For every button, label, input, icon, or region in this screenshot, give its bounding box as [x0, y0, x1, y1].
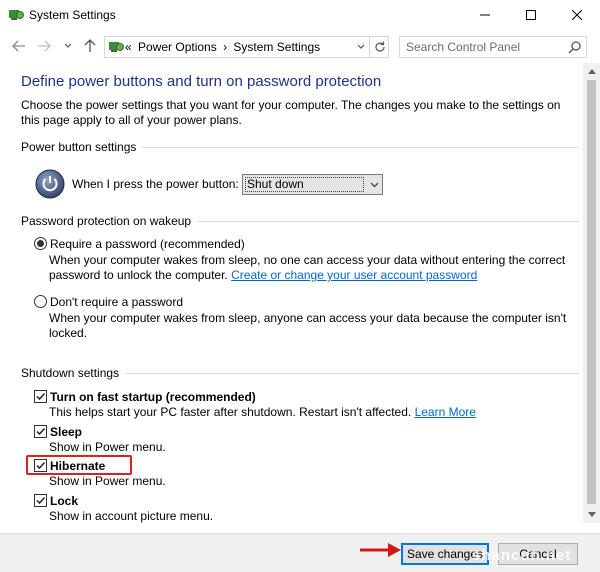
description-line: password to unlock the computer. Create … [49, 268, 565, 283]
back-button[interactable] [11, 38, 27, 54]
arrow-right-icon [38, 40, 51, 52]
require-password-label[interactable]: Require a password (recommended) [50, 237, 245, 251]
dont-require-password-label[interactable]: Don't require a password [50, 295, 183, 309]
breadcrumb-overflow[interactable]: « [125, 40, 132, 54]
minimize-button[interactable] [462, 0, 508, 30]
main-content: Define power buttons and turn on passwor… [0, 63, 600, 533]
vertical-scrollbar[interactable] [583, 63, 600, 523]
hibernate-description: Show in Power menu. [49, 474, 166, 488]
lock-description: Show in account picture menu. [49, 509, 214, 523]
description-line: When your computer wakes from sleep, no … [49, 253, 566, 267]
checkmark-icon [36, 392, 46, 401]
fast-startup-label[interactable]: Turn on fast startup (recommended) [50, 390, 256, 404]
breadcrumb-system-settings[interactable]: System Settings [233, 40, 320, 54]
sleep-checkbox[interactable] [34, 425, 47, 438]
refresh-button[interactable] [369, 37, 389, 57]
page-title: Define power buttons and turn on passwor… [21, 73, 382, 90]
recent-locations-button[interactable] [60, 38, 76, 54]
maximize-icon [526, 10, 536, 20]
hibernate-highlight-annotation [26, 455, 132, 475]
breadcrumb-separator[interactable]: › [223, 40, 227, 54]
address-dropdown-button[interactable] [351, 37, 369, 57]
close-button[interactable] [554, 0, 600, 30]
checkmark-icon [36, 496, 46, 505]
dont-require-password-description: When your computer wakes from sleep, any… [49, 311, 566, 341]
chevron-down-icon [64, 43, 72, 48]
fast-startup-checkbox[interactable] [34, 390, 47, 403]
breadcrumb: « Power Options › System Settings [125, 40, 323, 54]
watermark-text: shancun.net [472, 547, 572, 564]
address-bar[interactable]: « Power Options › System Settings [104, 36, 389, 58]
section-title: Shutdown settings [21, 366, 120, 380]
minimize-icon [480, 14, 490, 16]
divider [197, 220, 579, 222]
description-line: locked. [49, 326, 88, 340]
search-input[interactable] [406, 39, 564, 55]
dropdown-arrow[interactable] [367, 175, 382, 194]
sleep-description: Show in Power menu. [49, 440, 166, 454]
learn-more-link[interactable]: Learn More [415, 405, 476, 419]
power-icon [35, 169, 65, 199]
description-line: When your computer wakes from sleep, any… [49, 311, 567, 325]
lock-checkbox[interactable] [34, 494, 47, 507]
chevron-down-icon [370, 182, 379, 187]
chevron-down-icon [357, 44, 364, 49]
radio-selected-dot [37, 240, 44, 247]
arrow-up-icon [84, 39, 96, 52]
section-title: Password protection on wakeup [21, 214, 192, 228]
control-panel-icon [109, 42, 124, 52]
power-button-label: When I press the power button: [72, 177, 239, 191]
description-text: password to unlock the computer. [49, 268, 228, 282]
sleep-label[interactable]: Sleep [50, 425, 82, 439]
require-password-radio[interactable] [34, 237, 47, 250]
section-title: Power button settings [21, 140, 137, 154]
arrow-right-icon [360, 543, 401, 557]
divider [142, 146, 579, 148]
navigation-bar: « Power Options › System Settings [0, 30, 600, 63]
power-button-action-select[interactable]: Shut down [242, 174, 383, 195]
divider [125, 372, 579, 374]
shutdown-section-header: Shutdown settings [21, 366, 579, 380]
scroll-up-button[interactable] [583, 63, 600, 80]
power-button-section-header: Power button settings [21, 140, 579, 154]
chevron-down-icon [587, 512, 596, 517]
forward-button[interactable] [36, 38, 52, 54]
dont-require-password-radio[interactable] [34, 295, 47, 308]
close-icon [572, 10, 582, 20]
footer-bar: Save changes Cancel shancun.net [0, 533, 600, 572]
require-password-description: When your computer wakes from sleep, no … [49, 253, 565, 283]
fast-startup-description: This helps start your PC faster after sh… [49, 405, 476, 420]
scroll-down-button[interactable] [583, 506, 600, 523]
page-description: Choose the power settings that you want … [21, 98, 561, 127]
search-icon[interactable] [568, 40, 582, 54]
change-password-link[interactable]: Create or change your user account passw… [231, 268, 477, 282]
title-bar: System Settings [0, 0, 600, 30]
description-text: This helps start your PC faster after sh… [49, 405, 412, 419]
search-box[interactable] [399, 36, 587, 58]
scrollbar-thumb[interactable] [587, 80, 596, 504]
arrow-left-icon [12, 40, 25, 52]
refresh-icon [374, 41, 385, 52]
maximize-button[interactable] [508, 0, 554, 30]
breadcrumb-power-options[interactable]: Power Options [138, 40, 217, 54]
selected-value: Shut down [245, 177, 364, 192]
window-title: System Settings [29, 8, 116, 22]
password-section-header: Password protection on wakeup [21, 214, 579, 228]
up-button[interactable] [82, 38, 98, 54]
system-settings-icon [9, 10, 24, 20]
checkmark-icon [36, 427, 46, 436]
lock-label[interactable]: Lock [50, 494, 78, 508]
chevron-up-icon [587, 69, 596, 74]
